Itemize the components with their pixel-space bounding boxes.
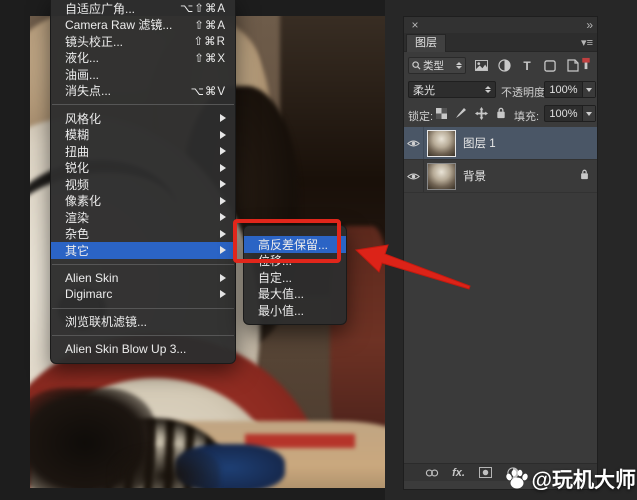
menu-item-alien-skin-blow-up[interactable]: Alien Skin Blow Up 3... [51, 341, 235, 358]
submenu-arrow-icon [220, 130, 226, 139]
annotation-red-box [233, 219, 341, 263]
fill-value-box[interactable]: 100% [544, 105, 596, 122]
menu-item-oil-paint[interactable]: 油画... [51, 66, 235, 83]
submenu-item-maximum[interactable]: 最大值... [244, 286, 346, 303]
layer-filter-type-dropdown[interactable]: 类型 [408, 57, 466, 74]
filter-smart-object-icon[interactable] [565, 58, 580, 73]
submenu-arrow-icon [220, 196, 226, 205]
submenu-arrow-icon [220, 229, 226, 238]
menu-item-distort[interactable]: 扭曲 [51, 143, 235, 160]
watermark-text: @玩机大师 [531, 469, 636, 492]
filter-type-label: 类型 [423, 60, 444, 72]
photo-blob [110, 446, 220, 488]
submenu-arrow-icon [220, 290, 226, 299]
add-layer-mask-icon[interactable] [478, 466, 493, 480]
lock-pixels-brush-icon[interactable] [454, 106, 468, 120]
menu-separator [52, 263, 234, 265]
menu-item-browse-filters-online[interactable]: 浏览联机滤镜... [51, 314, 235, 331]
submenu-arrow-icon [220, 246, 226, 255]
layer-thumbnail[interactable] [427, 129, 456, 157]
tab-layers[interactable]: 图层 [406, 34, 446, 52]
layers-panel: × » 图层 ▾≡ 类型 T 柔光 不透明度: 100% 锁定: 填充: 100… [403, 16, 598, 490]
panel-header: × » [404, 17, 597, 33]
layer-row-layer1[interactable]: 图层 1 [404, 127, 597, 160]
blend-mode-select[interactable]: 柔光 [408, 81, 496, 98]
layer-locked-icon [580, 169, 589, 183]
menu-item-render[interactable]: 渲染 [51, 209, 235, 226]
lock-icons [434, 106, 508, 120]
layer-filter-toggle-icon[interactable] [581, 57, 593, 72]
menu-item-other[interactable]: 其它 [51, 242, 235, 259]
watermark: @玩机大师 [505, 464, 636, 494]
photoshop-screenshot: 自适应广角... ⌥⇧⌘A Camera Raw 滤镜... ⇧⌘A 镜头校正.… [0, 0, 637, 500]
lock-all-icon[interactable] [494, 106, 508, 120]
submenu-item-custom[interactable]: 自定... [244, 269, 346, 286]
menu-item-lens-correction[interactable]: 镜头校正... ⇧⌘R [51, 33, 235, 50]
layer-style-fx-icon[interactable]: fx. [451, 466, 466, 480]
menu-item-noise[interactable]: 杂色 [51, 226, 235, 243]
lock-row: 锁定: 填充: 100% [404, 104, 597, 124]
menu-item-adaptive-wide-angle[interactable]: 自适应广角... ⌥⇧⌘A [51, 0, 235, 17]
panel-tab-bar: 图层 ▾≡ [404, 33, 597, 52]
menu-item-liquify[interactable]: 液化... ⇧⌘X [51, 50, 235, 67]
submenu-arrow-icon [220, 147, 226, 156]
menu-item-blur[interactable]: 模糊 [51, 127, 235, 144]
chevron-updown-icon [485, 86, 491, 93]
layer-row-background[interactable]: 背景 [404, 160, 597, 193]
filter-shape-layers-icon[interactable] [542, 58, 557, 73]
layer-filter-icons: T [474, 57, 580, 74]
filter-menu: 自适应广角... ⌥⇧⌘A Camera Raw 滤镜... ⇧⌘A 镜头校正.… [50, 0, 236, 364]
menu-item-video[interactable]: 视频 [51, 176, 235, 193]
lock-position-move-icon[interactable] [474, 106, 488, 120]
layer-filter-row: 类型 T [404, 55, 597, 77]
submenu-item-minimum[interactable]: 最小值... [244, 302, 346, 319]
menu-separator [52, 307, 234, 309]
chevron-down-icon[interactable] [582, 82, 595, 97]
filter-adjustment-layers-icon[interactable] [497, 58, 512, 73]
submenu-arrow-icon [220, 163, 226, 172]
blend-mode-row: 柔光 不透明度: 100% [404, 80, 597, 100]
visibility-eye-icon[interactable] [404, 127, 424, 159]
menu-item-pixelate[interactable]: 像素化 [51, 193, 235, 210]
menu-item-sharpen[interactable]: 锐化 [51, 160, 235, 177]
menu-separator [52, 335, 234, 336]
menu-item-vanishing-point[interactable]: 消失点... ⌥⌘V [51, 83, 235, 100]
fill-label: 填充: [514, 111, 540, 123]
menu-item-stylize[interactable]: 风格化 [51, 110, 235, 127]
close-icon[interactable]: × [409, 19, 421, 31]
filter-type-layers-icon[interactable]: T [520, 58, 535, 73]
menu-separator [52, 104, 234, 105]
submenu-arrow-icon [220, 213, 226, 222]
chevron-updown-icon [456, 62, 462, 69]
collapse-panel-icon[interactable]: » [586, 18, 593, 32]
layer-list: 图层 1 背景 [404, 127, 597, 463]
filter-pixel-layers-icon[interactable] [474, 58, 489, 73]
submenu-arrow-icon [220, 180, 226, 189]
chevron-down-icon[interactable] [582, 106, 595, 121]
search-icon [412, 61, 421, 70]
submenu-arrow-icon [220, 273, 226, 282]
submenu-arrow-icon [220, 114, 226, 123]
layer-thumbnail[interactable] [427, 162, 456, 190]
menu-item-alien-skin[interactable]: Alien Skin [51, 270, 235, 287]
opacity-value-box[interactable]: 100% [544, 81, 596, 98]
lock-label: 锁定: [408, 111, 434, 123]
paw-logo-icon [505, 469, 528, 489]
lock-transparency-icon[interactable] [434, 106, 448, 120]
visibility-eye-icon[interactable] [404, 160, 424, 192]
opacity-label: 不透明度: [501, 87, 549, 99]
menu-item-camera-raw[interactable]: Camera Raw 滤镜... ⇧⌘A [51, 17, 235, 34]
link-layers-icon[interactable] [424, 466, 439, 480]
menu-item-digimarc[interactable]: Digimarc [51, 286, 235, 303]
panel-menu-icon[interactable]: ▾≡ [581, 36, 593, 49]
